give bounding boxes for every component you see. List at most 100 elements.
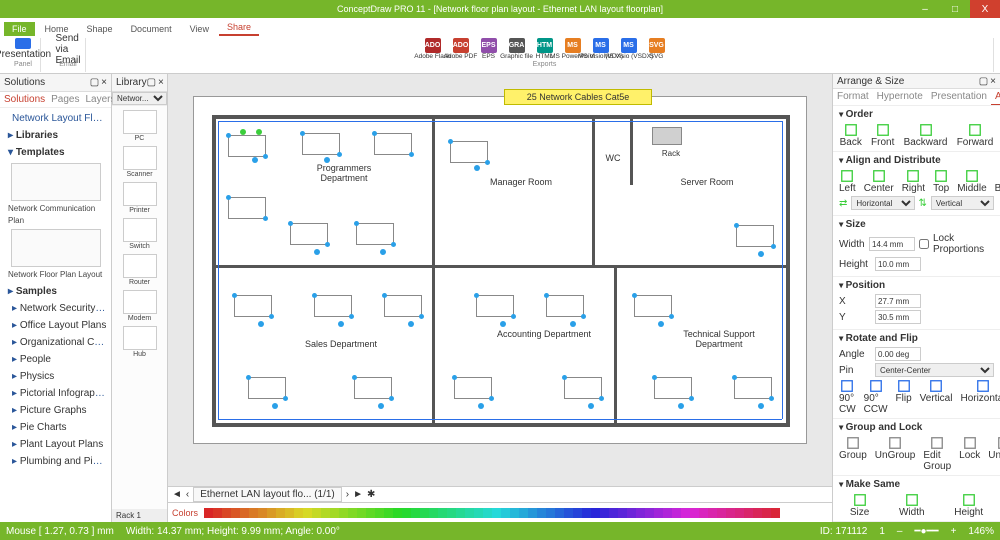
device[interactable] xyxy=(248,377,286,399)
backward-button[interactable]: Backward xyxy=(904,123,948,148)
library-item-printer[interactable]: Printer xyxy=(120,182,160,214)
swatch[interactable] xyxy=(582,508,591,518)
center-button[interactable]: Center xyxy=(864,169,894,194)
swatch[interactable] xyxy=(744,508,753,518)
front-button[interactable]: Front xyxy=(871,123,894,148)
soltab-solutions[interactable]: Solutions xyxy=(4,94,45,105)
vertical-button[interactable]: Vertical xyxy=(920,379,953,415)
swatch[interactable] xyxy=(213,508,222,518)
left-button[interactable]: Left xyxy=(839,169,856,194)
swatch[interactable] xyxy=(555,508,564,518)
device[interactable] xyxy=(736,225,774,247)
sol-item[interactable]: ▸ Pie Charts xyxy=(4,419,107,436)
minimize-button[interactable]: – xyxy=(910,0,940,18)
swatch[interactable] xyxy=(663,508,672,518)
library-item-scanner[interactable]: Scanner xyxy=(120,146,160,178)
device[interactable] xyxy=(314,295,352,317)
swatch[interactable] xyxy=(483,508,492,518)
swatch[interactable] xyxy=(726,508,735,518)
swatch[interactable] xyxy=(708,508,717,518)
unlock-button[interactable]: Unlock xyxy=(988,436,1000,472)
sol-item[interactable]: ▸ Office Layout Plans xyxy=(4,317,107,334)
maximize-button[interactable]: □ xyxy=(940,0,970,18)
swatch[interactable] xyxy=(312,508,321,518)
tab-prev2[interactable]: ‹ xyxy=(186,489,189,500)
sol-item[interactable]: ▸ Plumbing and Piping Plans xyxy=(4,453,107,470)
swatch[interactable] xyxy=(222,508,231,518)
swatch[interactable] xyxy=(366,508,375,518)
library-item-modem[interactable]: Modem xyxy=(120,290,160,322)
swatch[interactable] xyxy=(384,508,393,518)
sol-item[interactable]: ▸ Physics xyxy=(4,368,107,385)
tab-next2[interactable]: ► xyxy=(353,489,363,500)
rtab-hypernote[interactable]: Hypernote xyxy=(873,89,927,105)
library-item-router[interactable]: Router xyxy=(120,254,160,286)
swatch[interactable] xyxy=(609,508,618,518)
device[interactable] xyxy=(654,377,692,399)
solutions-list[interactable]: Network Layout Floor Plans ▸ Libraries ▾… xyxy=(0,108,111,522)
device[interactable] xyxy=(634,295,672,317)
swatch[interactable] xyxy=(375,508,384,518)
y-input[interactable] xyxy=(875,310,921,324)
ungroup-button[interactable]: UnGroup xyxy=(875,436,916,472)
back-button[interactable]: Back xyxy=(840,123,862,148)
tab-view[interactable]: View xyxy=(182,22,217,36)
swatch[interactable] xyxy=(510,508,519,518)
tab-shape[interactable]: Shape xyxy=(79,22,121,36)
pin-icon[interactable]: ▢ xyxy=(147,77,156,88)
swatch[interactable] xyxy=(654,508,663,518)
sol-item[interactable]: ▸ Plant Layout Plans xyxy=(4,436,107,453)
swatch[interactable] xyxy=(690,508,699,518)
device[interactable] xyxy=(354,377,392,399)
swatch[interactable] xyxy=(348,508,357,518)
horizontal-button[interactable]: Horizontal xyxy=(960,379,1000,415)
swatch[interactable] xyxy=(303,508,312,518)
x-input[interactable] xyxy=(875,294,921,308)
rtab-arrange[interactable]: Arrange & Size xyxy=(991,89,1000,105)
swatch[interactable] xyxy=(429,508,438,518)
zoom-slider[interactable]: ━●━━ xyxy=(914,526,938,537)
sol-item[interactable]: ▸ People xyxy=(4,351,107,368)
top-button[interactable]: Top xyxy=(933,169,949,194)
swatch[interactable] xyxy=(402,508,411,518)
angle-input[interactable] xyxy=(875,347,921,361)
swatch[interactable] xyxy=(276,508,285,518)
sol-item[interactable]: ▸ Libraries xyxy=(4,127,107,144)
swatch[interactable] xyxy=(492,508,501,518)
swatch[interactable] xyxy=(330,508,339,518)
device[interactable] xyxy=(374,133,412,155)
right-button[interactable]: Right xyxy=(902,169,925,194)
export-adobe-flash-button[interactable]: ADOAdobe Flash xyxy=(422,38,444,60)
edit-group-button[interactable]: Edit Group xyxy=(923,436,951,472)
size-button[interactable]: Size xyxy=(850,493,869,518)
flip-button[interactable]: Flip xyxy=(896,379,912,415)
zoom-out-button[interactable]: – xyxy=(897,526,903,537)
device[interactable] xyxy=(454,377,492,399)
swatch[interactable] xyxy=(564,508,573,518)
sol-item[interactable]: ▸ Pictorial Infographics xyxy=(4,385,107,402)
swatch[interactable] xyxy=(267,508,276,518)
90-ccw-button[interactable]: 90° CCW xyxy=(864,379,888,415)
library-footer[interactable]: Rack 1 xyxy=(112,509,167,522)
swatch[interactable] xyxy=(672,508,681,518)
presentation-button[interactable]: Presentation xyxy=(12,38,34,60)
group-button[interactable]: Group xyxy=(839,436,867,472)
device[interactable] xyxy=(450,141,488,163)
library-item-hub[interactable]: Hub xyxy=(120,326,160,358)
pin-select[interactable]: Center-Center xyxy=(875,363,994,377)
swatch[interactable] xyxy=(591,508,600,518)
lock-button[interactable]: Lock xyxy=(959,436,980,472)
swatch[interactable] xyxy=(294,508,303,518)
pin-icon[interactable]: ▢ xyxy=(979,76,988,87)
swatch[interactable] xyxy=(735,508,744,518)
sol-item[interactable]: ▸ Picture Graphs xyxy=(4,402,107,419)
swatch[interactable] xyxy=(456,508,465,518)
swatch[interactable] xyxy=(204,508,213,518)
90-cw-button[interactable]: 90° CW xyxy=(839,379,856,415)
sol-item[interactable]: Network Layout Floor Plans xyxy=(4,110,107,127)
swatch[interactable] xyxy=(645,508,654,518)
swatch[interactable] xyxy=(636,508,645,518)
swatch[interactable] xyxy=(438,508,447,518)
swatch[interactable] xyxy=(600,508,609,518)
swatch[interactable] xyxy=(420,508,429,518)
